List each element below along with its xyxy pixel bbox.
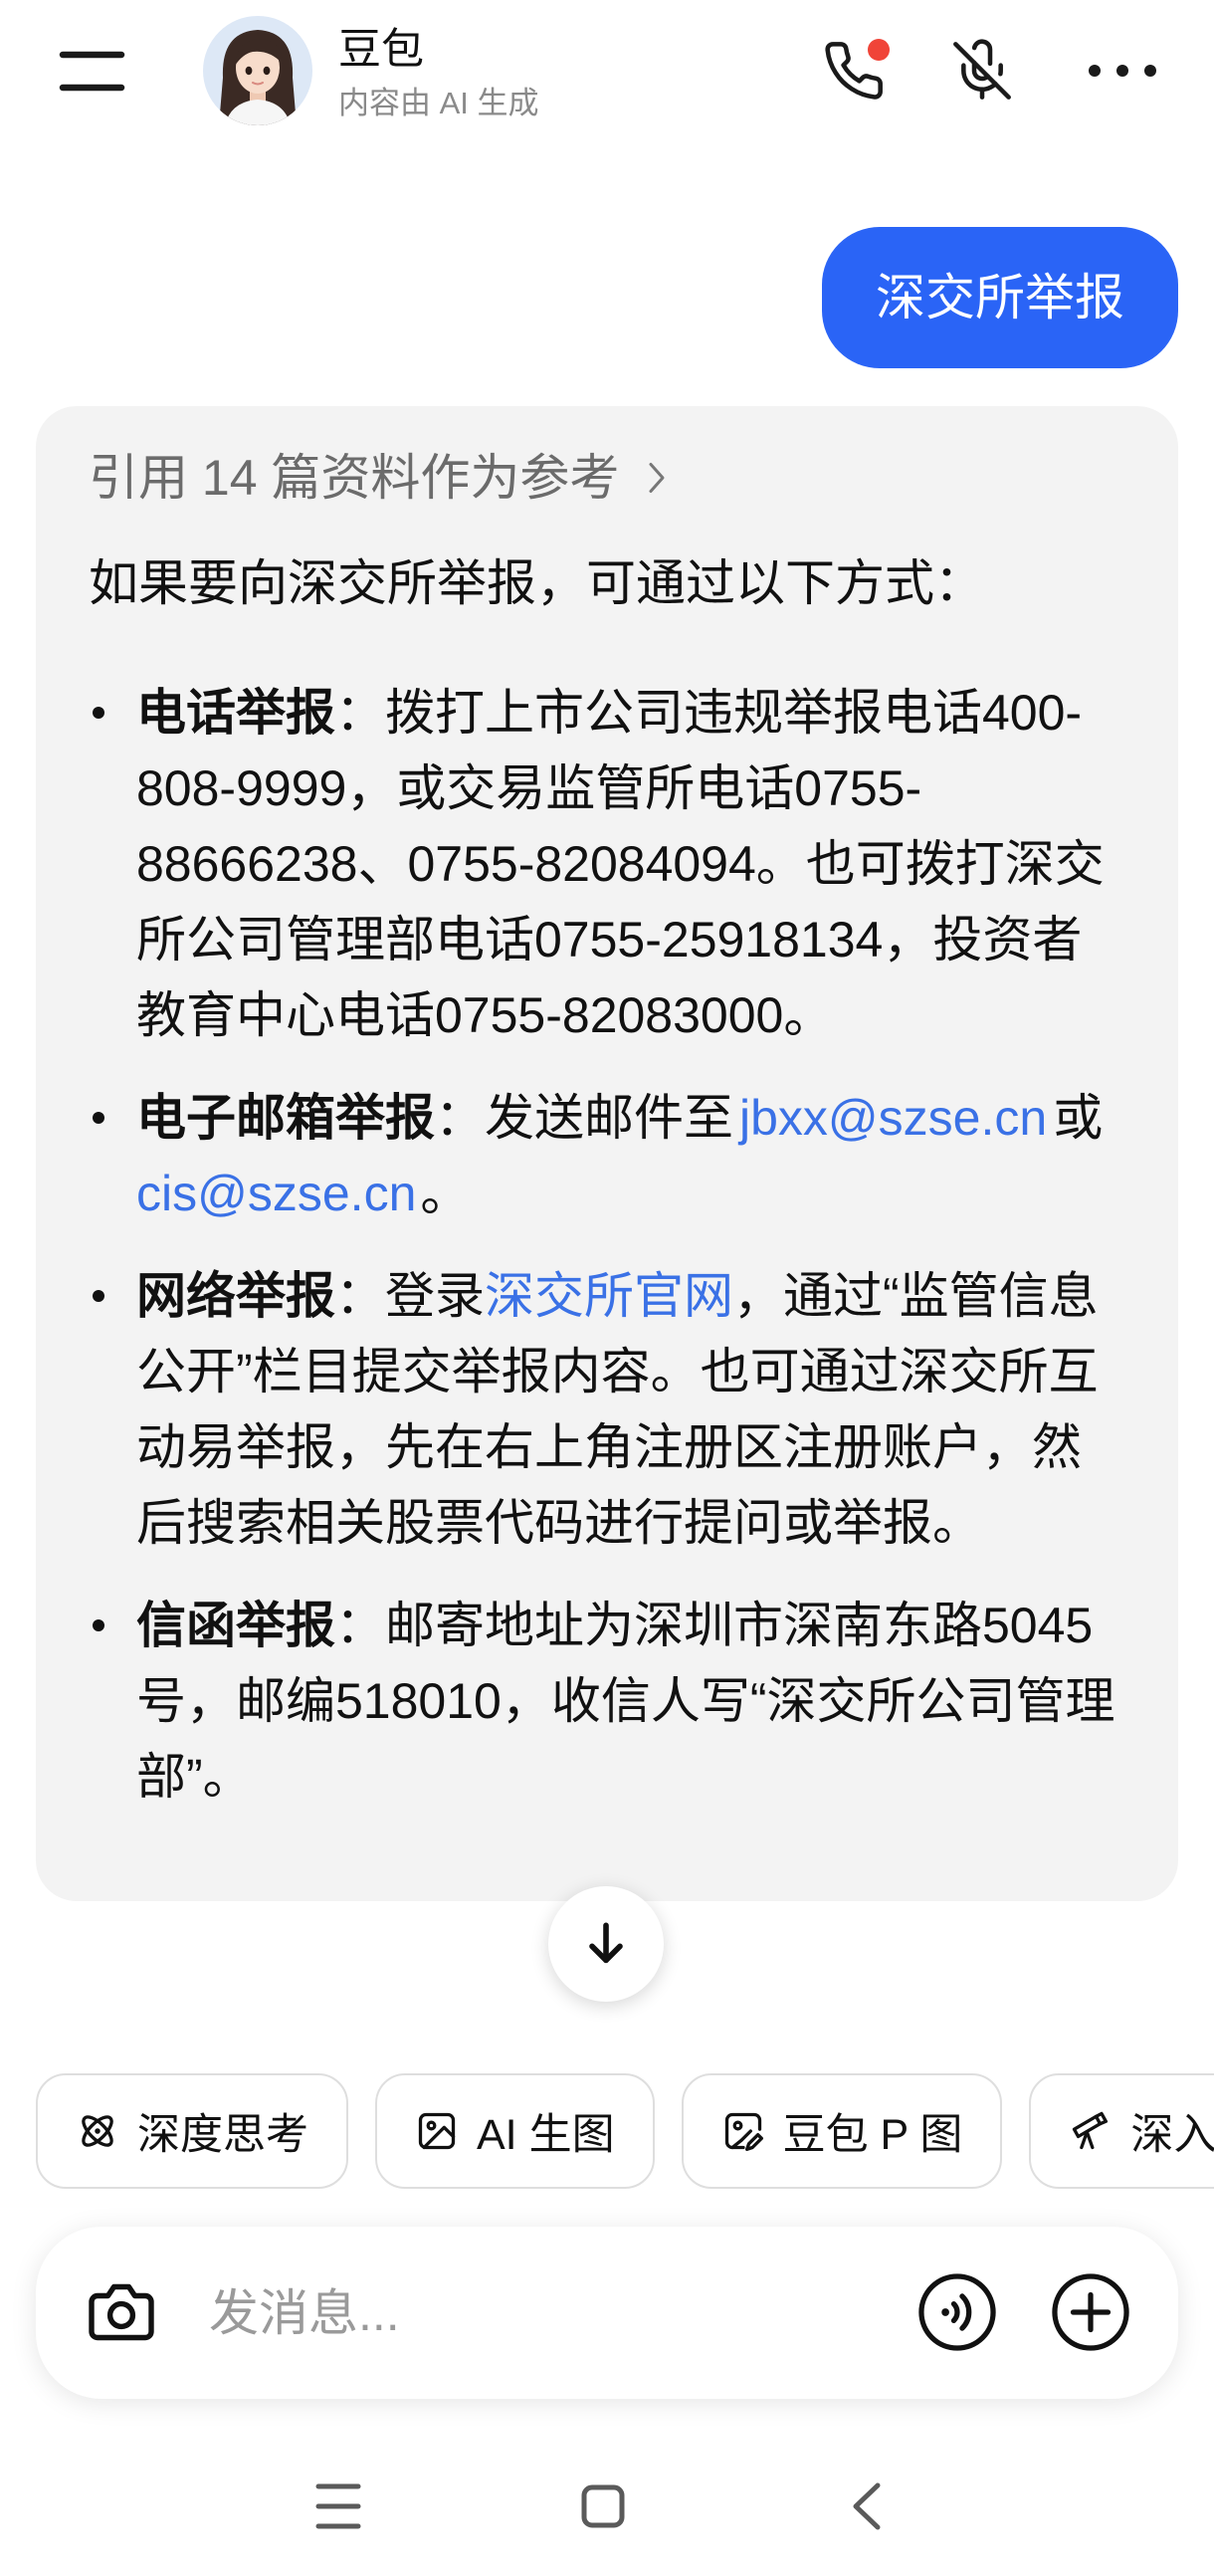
atom-icon	[82, 2115, 113, 2147]
item-text: ：发送邮件至	[435, 1090, 733, 1146]
item-text: 。	[420, 1166, 471, 1221]
home-button[interactable]	[579, 2482, 627, 2530]
quick-actions: 深度思考 AI 生图 豆包 P 图 深入	[0, 2073, 1214, 2189]
mic-off-icon	[953, 39, 1011, 100]
camera-button[interactable]	[86, 2276, 157, 2348]
reply-intro: 如果要向深交所举报，可通过以下方式：	[89, 555, 984, 611]
avatar[interactable]	[203, 16, 312, 125]
quick-action-photo-edit[interactable]: 豆包 P 图	[681, 2073, 1003, 2189]
menu-icon	[59, 51, 125, 92]
chat-history: 深交所举报 引用 14 篇资料作为参考 如果要向深交所举报，可通过以下方式： 电…	[0, 144, 1214, 2035]
add-button[interactable]	[1049, 2270, 1132, 2354]
quick-action-label: AI 生图	[477, 2111, 615, 2159]
website-link[interactable]: 深交所官网	[485, 1268, 733, 1324]
bot-name: 豆包	[338, 26, 424, 74]
back-icon	[853, 2482, 881, 2530]
top-bar: 豆包 内容由 AI 生成	[0, 0, 1214, 144]
back-button[interactable]	[844, 2482, 892, 2530]
item-label: 信函举报	[136, 1598, 335, 1653]
method-list: 电话举报：拨打上市公司违规举报电话400-808-9999，或交易监管所电话07…	[89, 675, 1128, 1815]
notification-dot	[868, 39, 890, 61]
chevron-right-icon	[649, 463, 665, 493]
camera-icon	[89, 2283, 154, 2341]
references-link[interactable]: 引用 14 篇资料作为参考	[89, 442, 1128, 514]
more-icon	[1089, 65, 1156, 77]
message-input[interactable]	[209, 2227, 886, 2399]
list-item-email: 电子邮箱举报：发送邮件至 jbxx@szse.cn 或 cis@szse.cn。	[89, 1080, 1128, 1231]
recents-icon	[315, 2483, 361, 2529]
list-item-mail: 信函举报：邮寄地址为深圳市深南东路5045号，邮编518010，收信人写“深交所…	[89, 1588, 1128, 1815]
quick-action-deep-think[interactable]: 深度思考	[36, 2073, 348, 2189]
assistant-message: 引用 14 篇资料作为参考 如果要向深交所举报，可通过以下方式： 电话举报：拨打…	[36, 406, 1178, 1901]
item-text: 或	[1053, 1090, 1104, 1146]
quick-action-ai-image[interactable]: AI 生图	[375, 2073, 655, 2189]
user-message: 深交所举报	[822, 227, 1178, 368]
mute-button[interactable]	[950, 39, 1014, 103]
quick-action-label: 深度思考	[137, 2111, 308, 2159]
email-link-cis[interactable]: cis@szse.cn	[136, 1166, 416, 1221]
quick-action-label: 豆包 P 图	[782, 2111, 963, 2159]
image-edit-icon	[724, 2112, 763, 2151]
item-label: 电子邮箱举报	[136, 1090, 435, 1146]
ai-disclaimer: 内容由 AI 生成	[338, 86, 539, 120]
system-nav-bar	[0, 2467, 1214, 2546]
references-label: 引用 14 篇资料作为参考	[89, 450, 620, 506]
arrow-down-icon	[589, 1922, 623, 1964]
image-icon	[418, 2112, 456, 2150]
scroll-to-bottom-button[interactable]	[548, 1886, 664, 2002]
item-text: ：登录	[335, 1268, 485, 1324]
list-item-web: 网络举报：登录深交所官网，通过“监管信息公开”栏目提交举报内容。也可通过深交所互…	[89, 1258, 1128, 1561]
item-label: 网络举报	[136, 1268, 335, 1324]
voice-button[interactable]	[915, 2270, 999, 2354]
menu-button[interactable]	[55, 35, 128, 107]
telescope-icon	[1073, 2111, 1109, 2150]
list-item-phone: 电话举报：拨打上市公司违规举报电话400-808-9999，或交易监管所电话07…	[89, 675, 1128, 1053]
more-button[interactable]	[1083, 59, 1162, 83]
avatar-icon	[203, 16, 312, 125]
recents-button[interactable]	[314, 2482, 362, 2530]
message-composer	[36, 2227, 1178, 2399]
plus-icon	[1052, 2273, 1129, 2351]
quick-action-label: 深入研究	[1130, 2111, 1214, 2159]
home-icon	[581, 2484, 625, 2528]
voice-icon	[918, 2273, 996, 2351]
email-link-jbxx[interactable]: jbxx@szse.cn	[739, 1090, 1047, 1146]
quick-action-deep-research[interactable]: 深入研究	[1029, 2073, 1214, 2189]
item-label: 电话举报	[136, 685, 335, 741]
